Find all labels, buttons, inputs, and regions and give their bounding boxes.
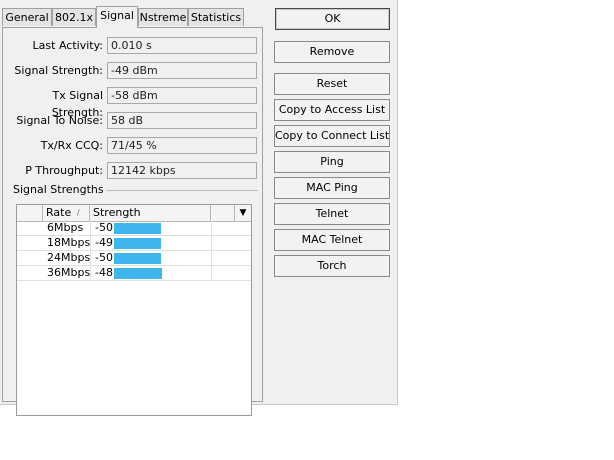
signal-strength-field[interactable]: -49 dBm (107, 62, 257, 79)
cell-strength: -48 (95, 266, 113, 279)
group-divider (103, 190, 258, 191)
last-activity-label: Last Activity: (32, 39, 103, 52)
cell-rate: 24Mbps (47, 251, 91, 264)
signal-strengths-title: Signal Strengths (11, 183, 106, 197)
cell-strength: -50 (95, 251, 113, 264)
last-activity-field[interactable]: 0.010 s (107, 37, 257, 54)
p-throughput-field[interactable]: 12142 kbps (107, 162, 257, 179)
tx-rx-ccq-label: Tx/Rx CCQ: (40, 139, 103, 152)
copy-to-connect-list-button[interactable]: Copy to Connect List (274, 125, 390, 147)
ok-button[interactable]: OK (275, 8, 390, 30)
signal-to-noise-label: Signal To Noise: (16, 114, 103, 127)
ping-button[interactable]: Ping (274, 151, 390, 173)
tx-signal-strength-field[interactable]: -58 dBm (107, 87, 257, 104)
copy-to-access-list-button[interactable]: Copy to Access List (274, 99, 390, 121)
row-header-corner (17, 205, 43, 221)
column-label-strength: Strength (93, 206, 141, 219)
signal-dialog: General 802.1x Signal Nstreme Statistics… (0, 0, 398, 416)
signal-to-noise-field[interactable]: 58 dB (107, 112, 257, 129)
cell-strength: -50 (95, 221, 113, 234)
torch-button[interactable]: Torch (274, 255, 390, 277)
table-row[interactable]: 6Mbps -50 (17, 221, 251, 236)
column-header-strength[interactable]: Strength (90, 205, 211, 221)
tab-nstreme[interactable]: Nstreme (138, 8, 188, 26)
sort-indicator-icon: / (77, 208, 80, 217)
table-row[interactable]: 36Mbps -48 (17, 266, 251, 281)
tab-general[interactable]: General (2, 8, 52, 26)
cell-rate: 36Mbps (47, 266, 91, 279)
header-spacer (211, 205, 235, 221)
signal-strength-bar (114, 268, 162, 279)
signal-strength-bar (114, 253, 161, 264)
signal-tab-panel: Last Activity: 0.010 s Signal Strength: … (2, 27, 263, 416)
column-header-rate[interactable]: Rate (43, 205, 90, 221)
reset-button[interactable]: Reset (274, 73, 390, 95)
signal-strength-label: Signal Strength: (14, 64, 103, 77)
p-throughput-label: P Throughput: (25, 164, 103, 177)
tab-802-1x[interactable]: 802.1x (52, 8, 96, 26)
tx-rx-ccq-field[interactable]: 71/45 % (107, 137, 257, 154)
mac-telnet-button[interactable]: MAC Telnet (274, 229, 390, 251)
tab-signal[interactable]: Signal (96, 6, 138, 28)
tx-signal-strength-label: Tx Signal Strength: (51, 89, 103, 119)
signal-strength-bar (114, 223, 161, 234)
remove-button[interactable]: Remove (274, 41, 390, 63)
tab-statistics[interactable]: Statistics (188, 8, 244, 26)
mac-ping-button[interactable]: MAC Ping (274, 177, 390, 199)
column-menu-dropdown-icon[interactable]: ▼ (235, 205, 251, 221)
table-row[interactable]: 18Mbps -49 (17, 236, 251, 251)
cell-rate: 6Mbps (47, 221, 84, 234)
signal-strength-bar (114, 238, 161, 249)
telnet-button[interactable]: Telnet (274, 203, 390, 225)
cell-strength: -49 (95, 236, 113, 249)
cell-rate: 18Mbps (47, 236, 91, 249)
signal-strengths-table[interactable]: Rate / Strength ▼ 6Mbps -50 18Mbps -49 2… (16, 204, 252, 416)
table-row[interactable]: 24Mbps -50 (17, 251, 251, 266)
table-header: Rate / Strength ▼ (17, 205, 251, 222)
column-label-rate: Rate (46, 206, 72, 219)
